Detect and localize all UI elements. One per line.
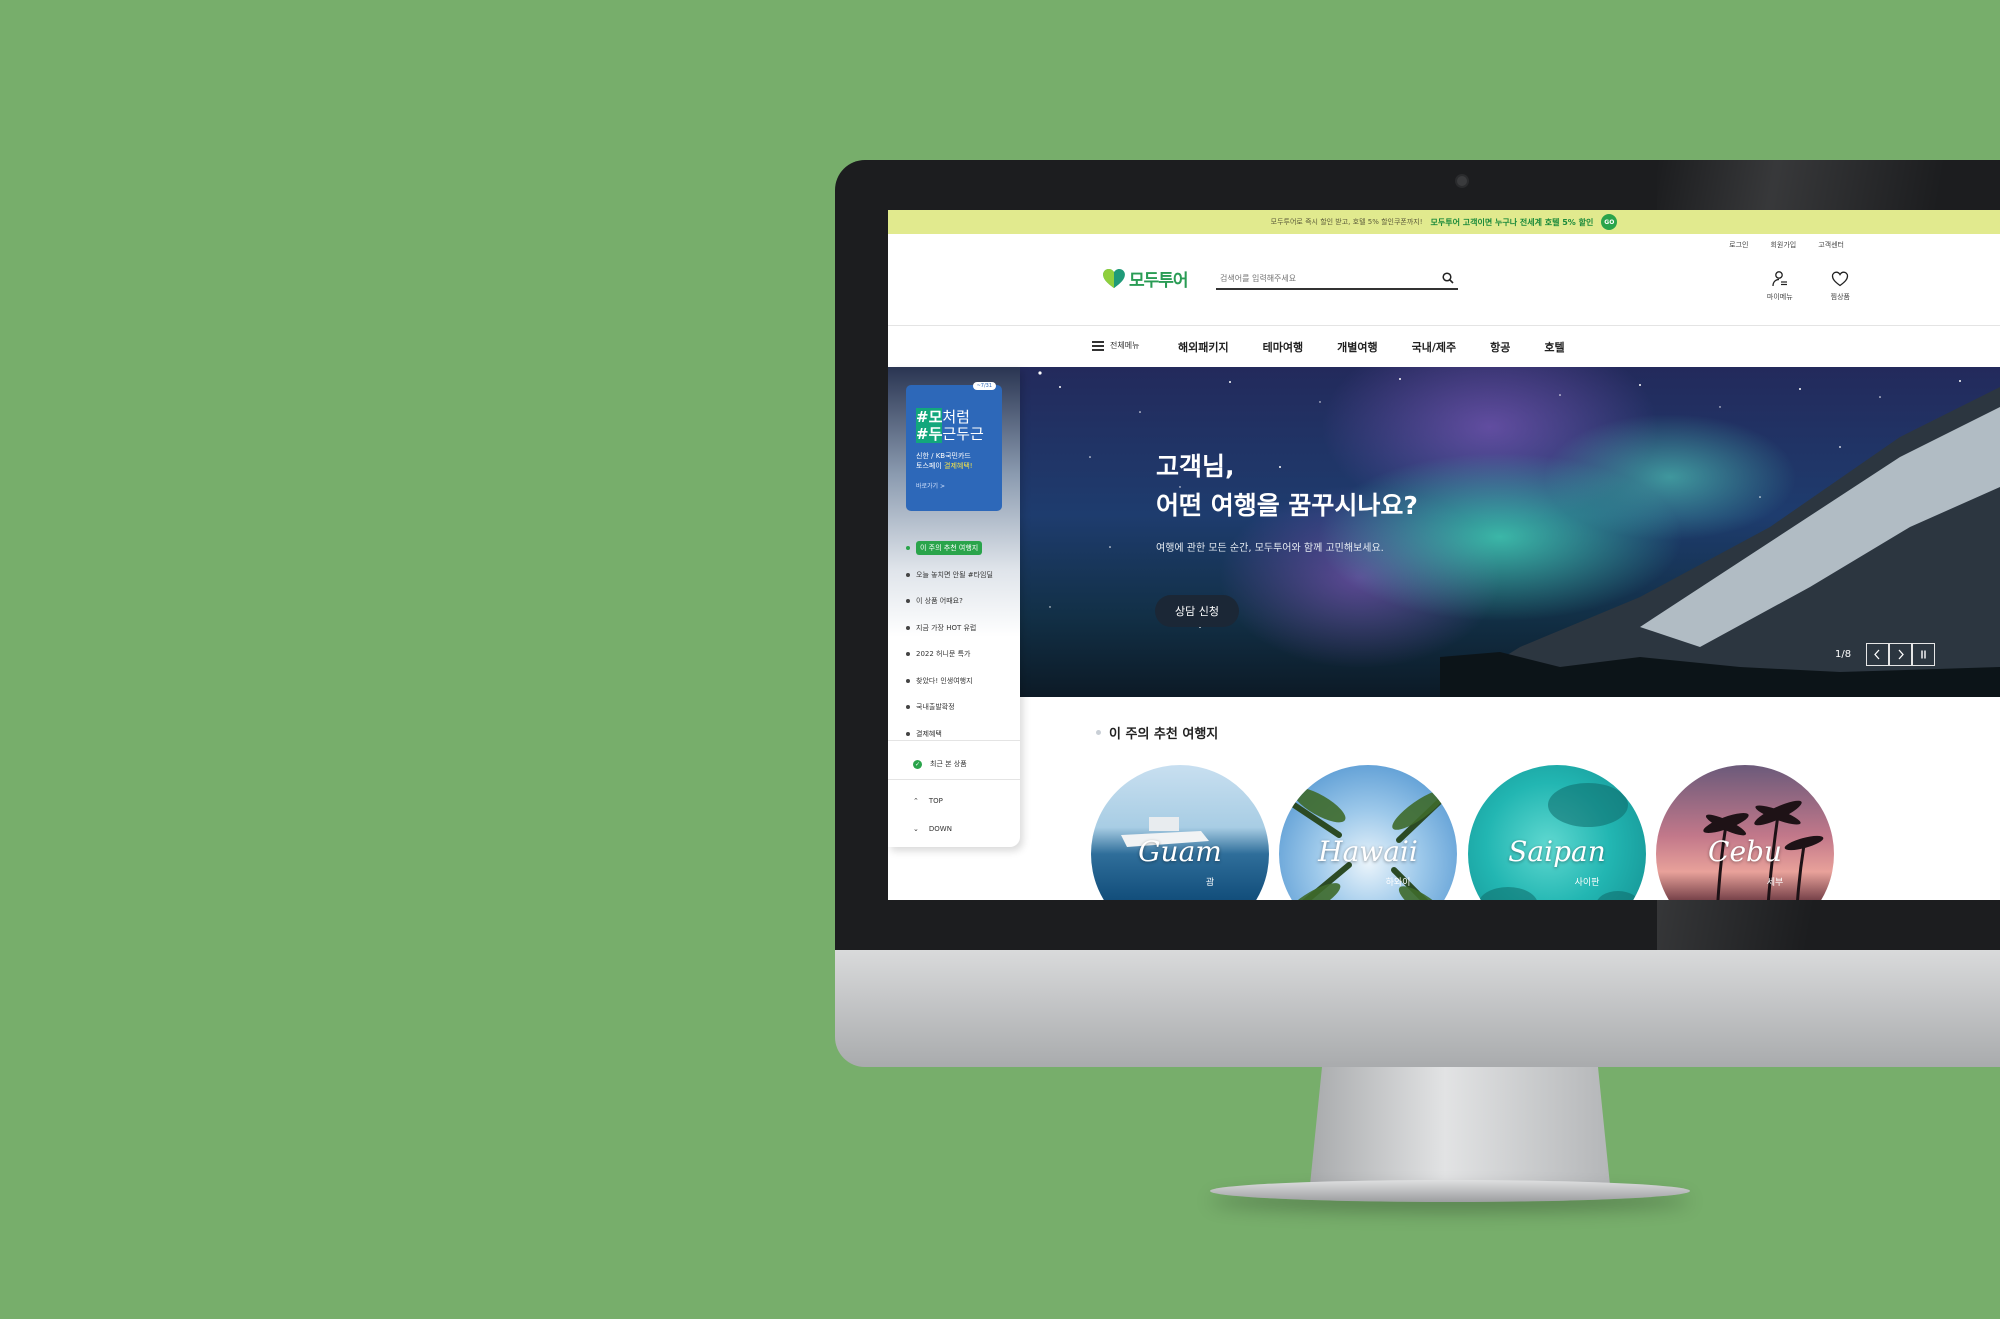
nav-item-overseas-package[interactable]: 해외패키지 bbox=[1178, 339, 1229, 355]
wishlist-label: 찜상품 bbox=[1830, 293, 1850, 301]
logo-text: 모두투어 bbox=[1129, 271, 1189, 291]
header-icons: 마이메뉴 찜상품 bbox=[1767, 270, 1850, 302]
top-label: TOP bbox=[928, 797, 943, 805]
signup-link[interactable]: 회원가입 bbox=[1770, 240, 1796, 250]
sidebar-item-payment-benefit[interactable]: 결제혜택 bbox=[906, 721, 993, 748]
promo-desc: 신한 / KB국민카드 토스페이 결제혜택! bbox=[916, 451, 992, 471]
destination-korean-name: 세부 bbox=[1766, 878, 1784, 888]
search-icon[interactable] bbox=[1442, 272, 1454, 284]
heart-logo-icon bbox=[1103, 268, 1125, 288]
customer-center-link[interactable]: 고객센터 bbox=[1818, 240, 1844, 250]
slide-counter: 1/8 bbox=[1835, 649, 1852, 660]
destination-name: Guam bbox=[1138, 835, 1222, 868]
quick-sidebar: ~7/31 #모처럼 #두근두근 신한 / KB국민카드 토스페이 결제혜택! … bbox=[888, 367, 1020, 847]
sidebar-item-life-destination[interactable]: 찾았다! 인생여행지 bbox=[906, 668, 993, 695]
next-slide-button[interactable] bbox=[1889, 643, 1912, 666]
promo-link[interactable]: 바로가기 > bbox=[916, 481, 992, 490]
webcam bbox=[1455, 174, 1469, 188]
pause-slide-button[interactable] bbox=[1912, 643, 1935, 666]
main-nav: 전체메뉴 해외패키지 테마여행 개별여행 국내/제주 항공 호텔 bbox=[888, 325, 2000, 367]
site-logo[interactable]: 모두투어 bbox=[1103, 266, 1189, 291]
website-screen: 모두투어로 즉시 할인 받고, 호텔 5% 할인쿠폰까지! 모두투어 고객이면 … bbox=[888, 210, 2000, 900]
heart-icon bbox=[1832, 271, 1849, 287]
destination-guam[interactable]: Guam 괌 bbox=[1091, 765, 1269, 900]
sidebar-item-recommended[interactable]: 이 주의 추천 여행지 bbox=[906, 535, 993, 562]
destination-korean-name: 괌 bbox=[1205, 878, 1215, 888]
scroll-down-button[interactable]: ⌄ DOWN bbox=[913, 825, 952, 833]
all-menu-label: 전체메뉴 bbox=[1110, 341, 1140, 350]
destination-name: Cebu bbox=[1708, 835, 1782, 868]
hero-title-line1: 고객님, bbox=[1156, 452, 1235, 481]
chevron-left-icon bbox=[1874, 649, 1880, 660]
destination-korean-name: 사이판 bbox=[1574, 878, 1600, 888]
hamburger-icon bbox=[1092, 340, 1104, 351]
promo-desc1: 신한 / KB국민카드 bbox=[916, 452, 971, 460]
search-input[interactable] bbox=[1220, 273, 1420, 283]
sidebar-item-timedeal[interactable]: 오늘 놓치면 안될 #타임딜 bbox=[906, 562, 993, 589]
destination-hawaii[interactable]: Hawaii 하와이 bbox=[1279, 765, 1457, 900]
chevron-down-icon: ⌄ bbox=[913, 825, 919, 833]
promo-title2: 근두근 bbox=[942, 425, 984, 443]
user-icon bbox=[1772, 271, 1787, 287]
sidebar-item-domestic-confirmed[interactable]: 국내출발확정 bbox=[906, 694, 993, 721]
title-dot bbox=[1096, 730, 1101, 735]
recommended-section-title: 이 주의 추천 여행지 bbox=[1096, 723, 1218, 742]
promo-card[interactable]: ~7/31 #모처럼 #두근두근 신한 / KB국민카드 토스페이 결제혜택! … bbox=[906, 382, 1002, 511]
monitor-chin bbox=[835, 950, 2000, 1067]
wishlist-button[interactable]: 찜상품 bbox=[1831, 270, 1850, 302]
banner-go-button[interactable]: GO bbox=[1601, 214, 1618, 230]
chevron-up-icon: ⌃ bbox=[913, 797, 919, 805]
recommended-title: 이 주의 추천 여행지 bbox=[1109, 727, 1219, 742]
prev-slide-button[interactable] bbox=[1866, 643, 1889, 666]
hero-subtitle: 여행에 관한 모든 순간, 모두투어와 함께 고민해보세요. bbox=[1156, 543, 1384, 554]
sidebar-divider bbox=[888, 779, 1020, 780]
recent-products-label: 최근 본 상품 bbox=[930, 760, 967, 768]
nav-items: 해외패키지 테마여행 개별여행 국내/제주 항공 호텔 bbox=[1178, 339, 1565, 355]
utility-links: 로그인 회원가입 고객센터 bbox=[1729, 240, 1844, 250]
sidebar-list: 이 주의 추천 여행지 오늘 놓치면 안될 #타임딜 이 상품 어때요? 지금 … bbox=[906, 535, 993, 747]
banner-text: 모두투어로 즉시 할인 받고, 호텔 5% 할인쿠폰까지! bbox=[1270, 218, 1423, 226]
all-menu-button[interactable]: 전체메뉴 bbox=[1092, 340, 1139, 351]
chevron-right-icon bbox=[1898, 649, 1904, 660]
hero-title-line2: 어떤 여행을 꿈꾸시나요? bbox=[1156, 491, 1418, 520]
promo-desc2-highlight: 결제혜택! bbox=[944, 462, 973, 470]
promo-title1: 처럼 bbox=[942, 408, 970, 426]
destination-cebu[interactable]: Cebu 세부 bbox=[1656, 765, 1834, 900]
monitor-stand-neck bbox=[1310, 1067, 1610, 1185]
destination-name: Saipan bbox=[1508, 835, 1606, 868]
down-label: DOWN bbox=[928, 825, 952, 833]
hero-slider: 고객님, 어떤 여행을 꿈꾸시나요? 여행에 관한 모든 순간, 모두투어와 함… bbox=[1020, 367, 2000, 697]
promo-hash1: #모 bbox=[916, 408, 943, 426]
mymenu-button[interactable]: 마이메뉴 bbox=[1767, 270, 1793, 302]
destination-saipan[interactable]: Saipan 사이판 bbox=[1468, 765, 1646, 900]
nav-item-flight[interactable]: 항공 bbox=[1490, 339, 1510, 355]
consult-button[interactable]: 상담 신청 bbox=[1155, 595, 1239, 627]
nav-item-hotel[interactable]: 호텔 bbox=[1544, 339, 1564, 355]
monitor-stand-base bbox=[1210, 1180, 1690, 1202]
mymenu-label: 마이메뉴 bbox=[1766, 293, 1793, 301]
recent-products-button[interactable]: ✓ 최근 본 상품 bbox=[913, 759, 967, 769]
top-promo-banner[interactable]: 모두투어로 즉시 할인 받고, 호텔 5% 할인쿠폰까지! 모두투어 고객이면 … bbox=[888, 210, 2000, 234]
sidebar-item-product-suggest[interactable]: 이 상품 어때요? bbox=[906, 588, 993, 615]
sidebar-divider bbox=[888, 740, 1020, 741]
sidebar-item-hot-europe[interactable]: 지금 가장 HOT 유럽 bbox=[906, 615, 993, 642]
hero-title: 고객님, 어떤 여행을 꿈꾸시나요? bbox=[1156, 447, 1418, 525]
scroll-top-button[interactable]: ⌃ TOP bbox=[913, 797, 943, 805]
promo-desc2: 토스페이 bbox=[916, 462, 942, 470]
slider-controls bbox=[1866, 643, 1935, 666]
search-bar bbox=[1216, 268, 1458, 290]
nav-item-theme-travel[interactable]: 테마여행 bbox=[1263, 339, 1303, 355]
pause-icon bbox=[1921, 650, 1926, 659]
sidebar-item-honeymoon[interactable]: 2022 허니문 특가 bbox=[906, 641, 993, 668]
promo-hash2: #두 bbox=[916, 425, 943, 443]
promo-title: #모처럼 #두근두근 bbox=[916, 408, 992, 443]
check-icon: ✓ bbox=[913, 759, 922, 769]
banner-highlight: 모두투어 고객이면 누구나 전세계 호텔 5% 할인 bbox=[1430, 217, 1594, 227]
promo-date: ~7/31 bbox=[972, 382, 996, 390]
destination-korean-name: 하와이 bbox=[1385, 878, 1411, 888]
nav-item-domestic-jeju[interactable]: 국내/제주 bbox=[1412, 339, 1457, 355]
nav-item-individual-travel[interactable]: 개별여행 bbox=[1337, 339, 1377, 355]
destination-name: Hawaii bbox=[1318, 835, 1418, 868]
login-link[interactable]: 로그인 bbox=[1729, 240, 1748, 250]
